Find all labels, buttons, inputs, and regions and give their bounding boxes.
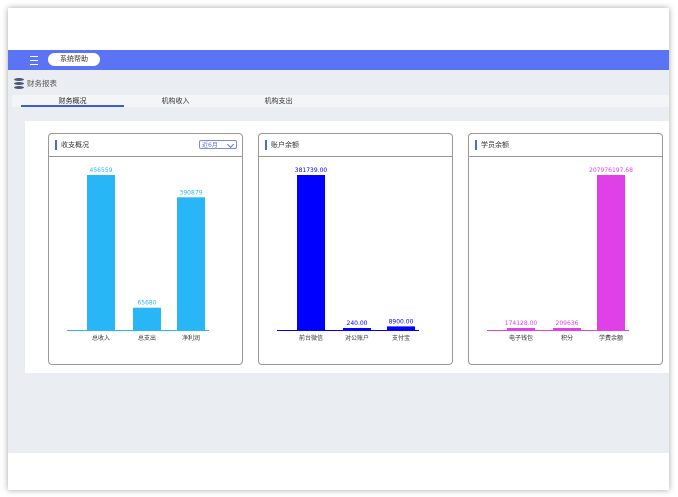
tab-bar: 财务概况 机构收入 机构支出 [12,95,669,107]
bar-value-label: 8900.00 [389,318,414,325]
bar-value-label: 174128.00 [505,320,538,327]
bar[interactable] [87,175,115,330]
bar[interactable] [597,175,625,330]
account-balance-card: 账户余额 381739.00 前台微信 240.00 对公账户 8900.00 支付宝 [258,133,453,365]
bar[interactable] [343,328,371,330]
period-dropdown[interactable]: 近6月 [199,140,237,149]
bar-value-label: 390879 [180,189,203,196]
tab-institution-expense[interactable]: 机构支出 [227,95,330,107]
category-label: 前台微信 [299,334,323,342]
card-header: 收支概况 近6月 [49,134,242,157]
bar[interactable] [507,328,535,330]
income-expense-card: 收支概况 近6月 456559 总收入 65680 总支出 390879 净利润 [48,133,243,365]
category-label: 总支出 [138,334,156,342]
card-header: 账户余额 [259,134,452,157]
top-blank-area [8,8,669,50]
page-title: 财务报表 [27,78,57,88]
bar-value-label: 207976197.68 [589,167,633,174]
card-header: 学员余额 [469,134,662,157]
category-label: 对公账户 [345,334,369,342]
account-balance-chart: 381739.00 前台微信 240.00 对公账户 8900.00 支付宝 [277,167,419,342]
app-window: 系统帮助 财务报表 财务概况 机构收入 机构支出 收支概况 近6月 456559… [8,8,669,490]
bar-value-label: 456559 [90,167,113,174]
bar-value-label: 209636 [556,320,579,327]
bar-value-label: 381739.00 [295,167,328,174]
category-label: 总收入 [92,334,110,342]
bar[interactable] [553,328,581,330]
category-label: 电子钱包 [509,334,533,342]
tab-institution-income[interactable]: 机构收入 [124,95,227,107]
page-title-row: 财务报表 [14,77,57,89]
chevron-down-icon [226,140,235,149]
category-label: 学费余额 [599,334,623,342]
card-title: 学员余额 [475,140,509,150]
card-title: 收支概况 [55,140,89,150]
bar-value-label: 240.00 [347,320,368,327]
category-label: 积分 [561,334,573,342]
student-balance-card: 学员余额 174128.00 电子钱包 209636 积分 207976197.68 学费… [468,133,663,365]
category-label: 支付宝 [392,334,410,342]
bar-value-label: 65680 [137,300,156,307]
top-nav-bar: 系统帮助 [8,50,669,70]
bar[interactable] [133,307,161,330]
dropdown-value: 近6月 [202,142,218,149]
report-panel: 收支概况 近6月 456559 总收入 65680 总支出 390879 净利润 账户余额… [25,121,669,373]
category-label: 净利润 [182,334,200,342]
tab-overview[interactable]: 财务概况 [21,95,124,107]
bar[interactable] [387,326,415,330]
income-expense-chart: 456559 总收入 65680 总支出 390879 净利润 [67,167,209,342]
database-icon [14,77,24,89]
bar[interactable] [177,197,205,330]
student-balance-chart: 174128.00 电子钱包 209636 积分 207976197.68 学费余额 [487,167,633,342]
bar[interactable] [297,175,325,330]
hamburger-menu-icon[interactable] [30,56,38,65]
card-title: 账户余额 [265,140,299,150]
bottom-blank-area [8,453,669,490]
help-button[interactable]: 系统帮助 [48,53,100,66]
main-content: 财务报表 财务概况 机构收入 机构支出 收支概况 近6月 456559 总收入 65… [8,70,669,453]
